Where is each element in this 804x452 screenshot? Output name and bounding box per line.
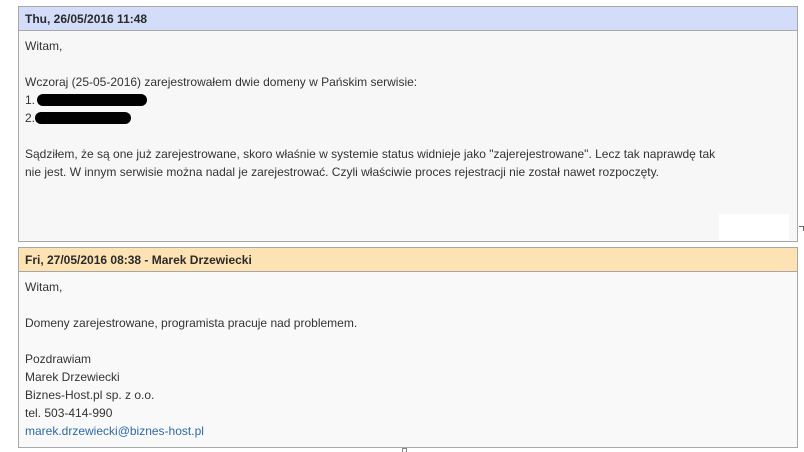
ticket-thread: Thu, 26/05/2016 11:48 Witam, Wczoraj (25… bbox=[0, 0, 804, 452]
greeting-text: Witam, bbox=[25, 39, 63, 53]
greeting-text: Witam, bbox=[25, 280, 63, 294]
message-header-date-author: Fri, 27/05/2016 08:38 - Marek Drzewiecki bbox=[19, 248, 797, 272]
message-header-date: Thu, 26/05/2016 11:48 bbox=[19, 7, 797, 31]
list-number: 1. bbox=[25, 93, 36, 107]
paragraph-line-2: nie jest. W innym serwisie można nadal j… bbox=[25, 165, 660, 179]
signature-closing: Pozdrawiam bbox=[25, 352, 92, 366]
signature-phone: tel. 503-414-990 bbox=[25, 406, 113, 420]
signature-email-line: marek.drzewiecki@biznes-host.pl bbox=[25, 422, 791, 440]
message-body: Witam, Domeny zarejestrowane, programist… bbox=[19, 272, 797, 440]
intro-text: Wczoraj (25-05-2016) zarejestrowałem dwi… bbox=[25, 75, 418, 89]
signature-email-link[interactable]: marek.drzewiecki@biznes-host.pl bbox=[25, 424, 204, 438]
signature-name: Marek Drzewiecki bbox=[25, 370, 120, 384]
message-body: Witam, Wczoraj (25-05-2016) zarejestrowa… bbox=[19, 31, 797, 240]
redaction-mark bbox=[35, 112, 131, 124]
message-customer: Thu, 26/05/2016 11:48 Witam, Wczoraj (25… bbox=[18, 6, 798, 242]
domain-list-item-1: 1. bbox=[25, 91, 791, 109]
list-number: 2. bbox=[25, 111, 36, 125]
scroll-marker-icon bbox=[402, 448, 407, 452]
signature-company: Biznes-Host.pl sp. z o.o. bbox=[25, 388, 155, 402]
resize-corner-icon bbox=[799, 226, 804, 231]
domain-list-item-2: 2. bbox=[25, 109, 791, 127]
white-patch bbox=[719, 214, 789, 240]
redaction-mark bbox=[37, 94, 147, 106]
paragraph-line-1: Sądziłem, że są one już zarejestrowane, … bbox=[25, 147, 716, 161]
reply-text: Domeny zarejestrowane, programista pracu… bbox=[25, 316, 358, 330]
message-staff-reply: Fri, 27/05/2016 08:38 - Marek Drzewiecki… bbox=[18, 247, 798, 448]
